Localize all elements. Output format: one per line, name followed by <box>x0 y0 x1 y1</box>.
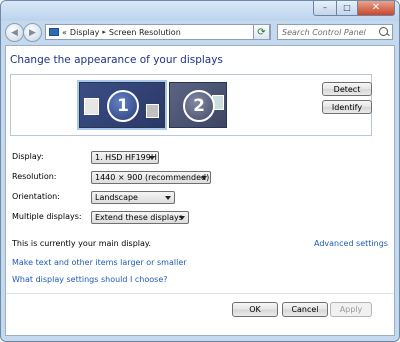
monitor-arrangement-panel[interactable]: 1 2 <box>10 74 372 136</box>
control-panel-icon <box>49 28 59 36</box>
cancel-button[interactable]: Cancel <box>282 302 328 317</box>
identify-button[interactable]: Identify <box>322 100 372 114</box>
monitor-1[interactable]: 1 <box>77 80 167 130</box>
resolution-select[interactable]: 1440 × 900 (recommended) <box>91 171 211 184</box>
title-bar[interactable]: – □ ✕ <box>1 1 399 21</box>
multiple-displays-label: Multiple displays: <box>12 212 82 221</box>
chevron-down-icon <box>179 216 185 220</box>
main-display-status: This is currently your main display. <box>12 239 152 248</box>
orientation-select-value: Landscape <box>95 193 138 202</box>
minimize-button[interactable]: – <box>313 1 337 16</box>
display-label: Display: <box>12 152 44 161</box>
address-bar[interactable]: « Display ▸ Screen Resolution ▼ <box>45 24 271 40</box>
maximize-button[interactable]: □ <box>337 1 358 16</box>
chevron-down-icon <box>201 176 207 180</box>
orientation-label: Orientation: <box>12 192 60 201</box>
multiple-displays-select-value: Extend these displays <box>95 213 183 222</box>
ok-button[interactable]: OK <box>232 302 278 317</box>
monitor-1-window-thumbnail <box>84 98 99 115</box>
resolution-select-value: 1440 × 900 (recommended) <box>95 173 210 182</box>
breadcrumb-prefix[interactable]: « <box>62 28 67 37</box>
footer-divider <box>6 293 394 294</box>
breadcrumb-screen-resolution[interactable]: Screen Resolution <box>109 28 181 37</box>
window-controls: – □ ✕ <box>313 1 395 16</box>
text-size-link[interactable]: Make text and other items larger or smal… <box>12 258 187 267</box>
monitor-2[interactable]: 2 <box>169 82 227 128</box>
monitor-1-window-thumbnail <box>146 104 159 118</box>
detect-button[interactable]: Detect <box>322 82 372 96</box>
forward-button[interactable]: ▶ <box>23 23 42 42</box>
close-button[interactable]: ✕ <box>358 1 395 16</box>
multiple-displays-select[interactable]: Extend these displays <box>91 211 189 224</box>
search-placeholder: Search Control Panel <box>282 27 366 37</box>
breadcrumb-display[interactable]: Display <box>70 28 100 37</box>
monitor-number-badge: 1 <box>107 90 139 122</box>
apply-button[interactable]: Apply <box>330 302 372 317</box>
orientation-select[interactable]: Landscape <box>91 191 175 204</box>
advanced-settings-link[interactable]: Advanced settings <box>314 239 388 248</box>
page-title: Change the appearance of your displays <box>10 54 223 66</box>
chevron-down-icon <box>149 156 155 160</box>
screen-resolution-window: – □ ✕ ◀ ▶ « Display ▸ Screen Resolution … <box>0 0 400 342</box>
display-select-value: 1. HSD HF199H <box>95 153 157 162</box>
monitor-number-badge: 2 <box>183 90 215 122</box>
navigation-bar: ◀ ▶ « Display ▸ Screen Resolution ▼ ⟳ Se… <box>1 21 399 43</box>
chevron-down-icon <box>165 196 171 200</box>
refresh-button[interactable]: ⟳ <box>253 24 270 40</box>
resolution-label: Resolution: <box>12 172 57 181</box>
search-icon[interactable] <box>379 27 388 36</box>
breadcrumb-separator-icon[interactable]: ▸ <box>102 28 106 36</box>
search-input[interactable]: Search Control Panel <box>277 24 393 40</box>
back-button[interactable]: ◀ <box>5 23 24 42</box>
display-settings-help-link[interactable]: What display settings should I choose? <box>12 275 168 284</box>
content-pane: Change the appearance of your displays 1… <box>5 45 395 336</box>
display-select[interactable]: 1. HSD HF199H <box>91 151 159 164</box>
